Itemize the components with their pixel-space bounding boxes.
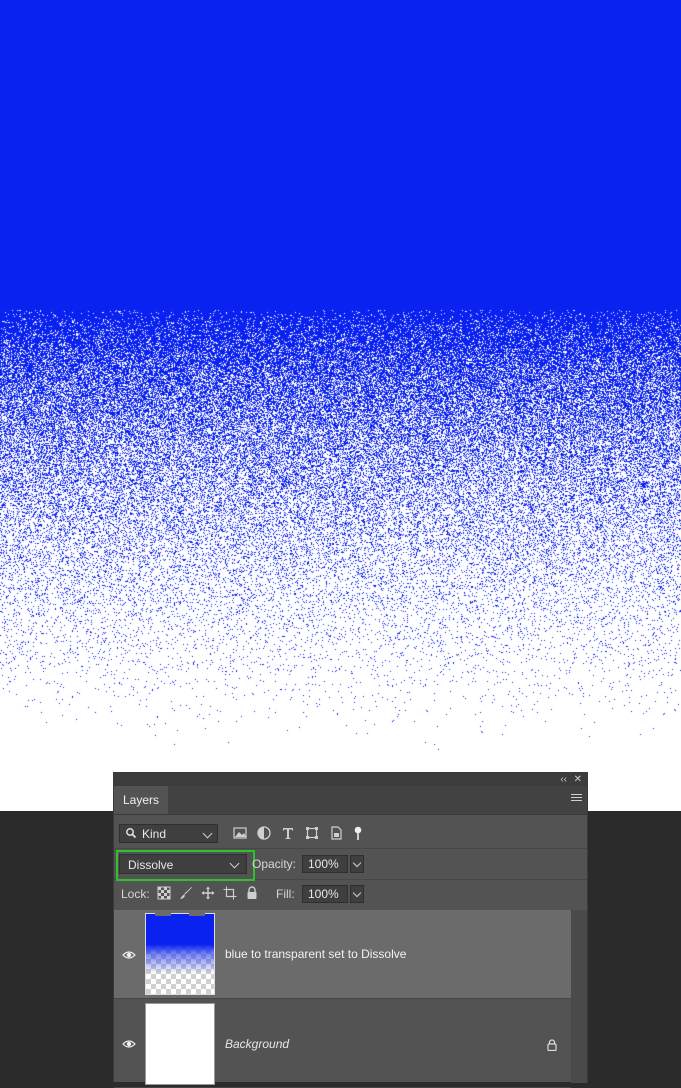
opacity-label: Opacity:	[252, 857, 297, 871]
opacity-field[interactable]: 100%	[302, 855, 348, 873]
lock-all-icon[interactable]	[245, 886, 259, 900]
lock-icon	[547, 1039, 557, 1051]
layer-row-background[interactable]: Background	[114, 999, 571, 1088]
chevron-down-icon	[352, 858, 362, 868]
close-panel-icon[interactable]: ✕	[574, 773, 582, 786]
collapse-panel-icon[interactable]: ‹‹	[560, 773, 567, 786]
layer-thumbnail	[145, 1003, 215, 1085]
blend-mode-select[interactable]: Dissolve	[116, 850, 255, 881]
chevron-down-icon	[229, 858, 240, 869]
lock-row: Lock: Fill: 100%	[114, 880, 587, 909]
filter-row: Kind	[114, 820, 587, 849]
image-filter-icon[interactable]	[232, 825, 248, 841]
fill-field[interactable]: 100%	[302, 885, 348, 903]
shape-filter-icon[interactable]	[304, 825, 320, 841]
lock-image-pixels-icon[interactable]	[179, 886, 193, 900]
type-filter-icon[interactable]	[280, 825, 296, 841]
layer-thumbnail	[145, 913, 215, 995]
document-canvas[interactable]	[0, 0, 681, 811]
lock-artboard-icon[interactable]	[223, 886, 237, 900]
dissolve-gradient-image	[0, 0, 681, 811]
chevron-down-icon	[352, 888, 362, 898]
filter-toggle-icon[interactable]	[350, 825, 366, 841]
layers-list: blue to transparent set to Dissolve Back…	[114, 910, 571, 1088]
chevron-down-icon	[202, 828, 213, 839]
layers-scrollbar[interactable]	[571, 910, 587, 1083]
adjustment-filter-icon[interactable]	[256, 825, 272, 841]
layers-panel: ‹‹ ✕ Layers Kind Dissolve Opacity: 100% …	[113, 772, 588, 1088]
lock-position-icon[interactable]	[201, 886, 215, 900]
fill-dropdown-button[interactable]	[350, 885, 364, 903]
panel-menu-icon[interactable]	[571, 794, 582, 804]
lock-label: Lock:	[121, 887, 150, 901]
eye-visibility-icon[interactable]	[122, 950, 136, 960]
fill-label: Fill:	[276, 887, 295, 901]
lock-transparent-pixels-icon[interactable]	[157, 886, 171, 900]
layer-name[interactable]: blue to transparent set to Dissolve	[225, 947, 406, 961]
filter-kind-select[interactable]: Kind	[119, 824, 218, 843]
blend-mode-value: Dissolve	[128, 858, 174, 872]
layer-row-blue-gradient[interactable]: blue to transparent set to Dissolve	[114, 910, 571, 999]
eye-visibility-icon[interactable]	[122, 1039, 136, 1049]
filter-kind-label: Kind	[142, 827, 167, 841]
panel-titlebar[interactable]: ‹‹ ✕	[114, 773, 587, 786]
search-icon	[126, 828, 137, 839]
panel-tabbar: Layers	[114, 786, 587, 815]
smart-object-filter-icon[interactable]	[328, 825, 344, 841]
tab-layers[interactable]: Layers	[114, 786, 169, 814]
layer-name[interactable]: Background	[225, 1037, 289, 1051]
blend-row: Dissolve Opacity: 100%	[114, 849, 587, 881]
opacity-dropdown-button[interactable]	[350, 855, 364, 873]
